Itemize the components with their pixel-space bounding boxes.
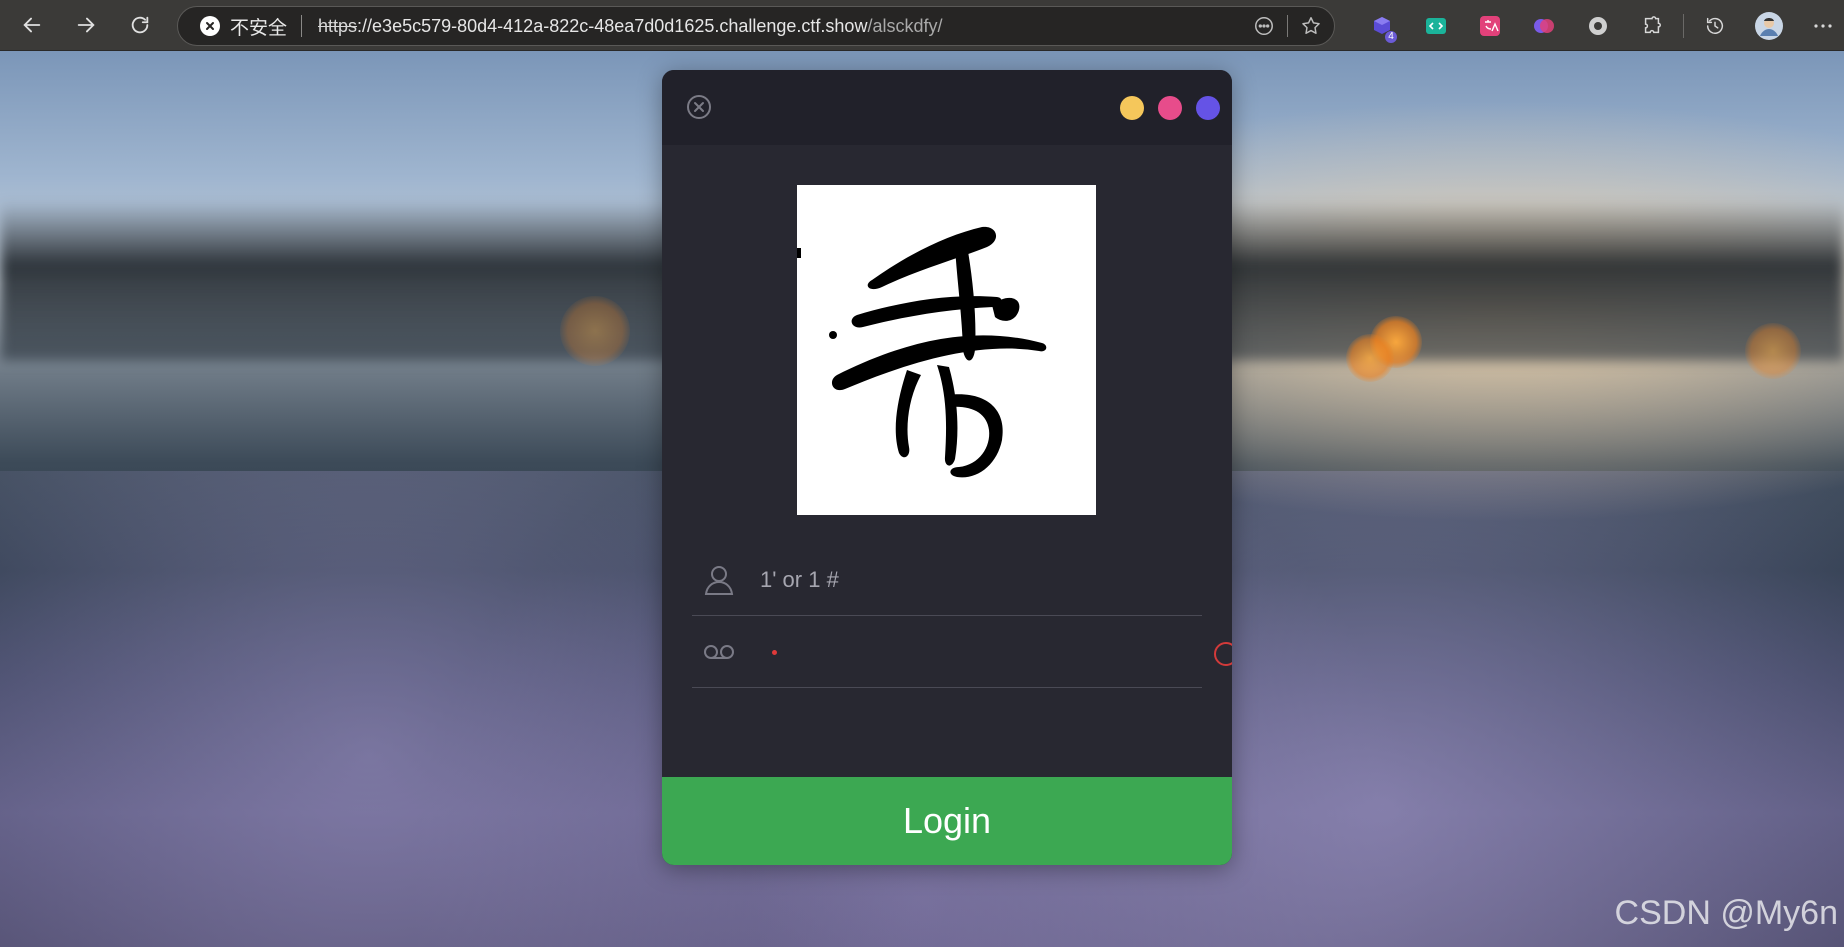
not-secure-label[interactable]: 不安全 [230,13,287,40]
back-button[interactable] [12,5,52,45]
more-circle-icon [1255,17,1273,35]
extension-translate-button[interactable] [1463,6,1517,46]
reload-button[interactable] [120,5,160,45]
record-icon [1589,17,1607,35]
address-divider [301,15,303,37]
extension-code-button[interactable] [1409,6,1463,46]
favorite-button[interactable] [1298,13,1324,39]
address-actions-divider [1287,15,1288,37]
reader-mode-button[interactable] [1251,13,1277,39]
brain-icon [1534,19,1554,33]
code-icon [1426,18,1446,34]
password-field [692,617,1232,688]
star-icon [1302,17,1320,34]
purple-dot [1196,96,1220,120]
user-icon [702,563,736,597]
url-text[interactable]: https://e3e5c579-80d4-412a-822c-48ea7d0d… [318,16,942,37]
pink-dot [1158,96,1182,120]
url-scheme: https [318,15,358,36]
password-input[interactable] [789,632,1169,672]
username-input[interactable] [760,560,1180,600]
login-modal: Login [662,70,1232,865]
window-dots [1120,96,1220,120]
calligraphy-glyph [797,185,1096,515]
forward-arrow-icon [77,17,95,33]
bokeh-light [1745,323,1801,379]
back-arrow-icon [23,17,41,33]
history-button[interactable] [1688,6,1742,46]
profile-button[interactable] [1742,6,1796,46]
url-path: /alsckdfy/ [867,15,943,36]
voicemail-icon [702,635,736,669]
reload-icon [131,16,149,34]
avatar [1755,12,1783,40]
login-button[interactable]: Login [662,777,1232,865]
extension-brain-button[interactable] [1517,6,1571,46]
translate-icon [1480,16,1500,36]
bokeh-light [560,296,630,366]
password-status-ring [1214,642,1232,666]
watermark: CSDN @My6n [1614,894,1838,932]
url-host: ://e3e5c579-80d4-412a-822c-48ea7d0d1625.… [357,15,868,36]
settings-more-button[interactable] [1796,6,1844,46]
bokeh-light [1346,334,1394,382]
password-char-dot [772,649,777,655]
history-icon [1706,17,1724,34]
address-bar-actions [1251,7,1324,45]
extensions-bar: 4 [1355,6,1844,46]
extensions-menu-button[interactable] [1625,6,1679,46]
puzzle-icon [1644,16,1661,34]
forward-button[interactable] [66,5,106,45]
ellipsis-icon [1814,24,1832,28]
calligraphy-image [797,185,1096,515]
extension-record-button[interactable] [1571,6,1625,46]
address-bar[interactable]: 不安全 https://e3e5c579-80d4-412a-822c-48ea… [177,6,1335,46]
not-secure-icon[interactable] [200,16,220,36]
extension-cube-button[interactable]: 4 [1355,6,1409,46]
yellow-dot [1120,96,1144,120]
username-field [692,545,1202,616]
modal-header [662,70,1232,145]
close-icon[interactable] [686,94,712,120]
extension-badge: 4 [1385,31,1397,43]
browser-toolbar: 不安全 https://e3e5c579-80d4-412a-822c-48ea… [0,0,1844,51]
extensions-divider [1683,14,1684,38]
